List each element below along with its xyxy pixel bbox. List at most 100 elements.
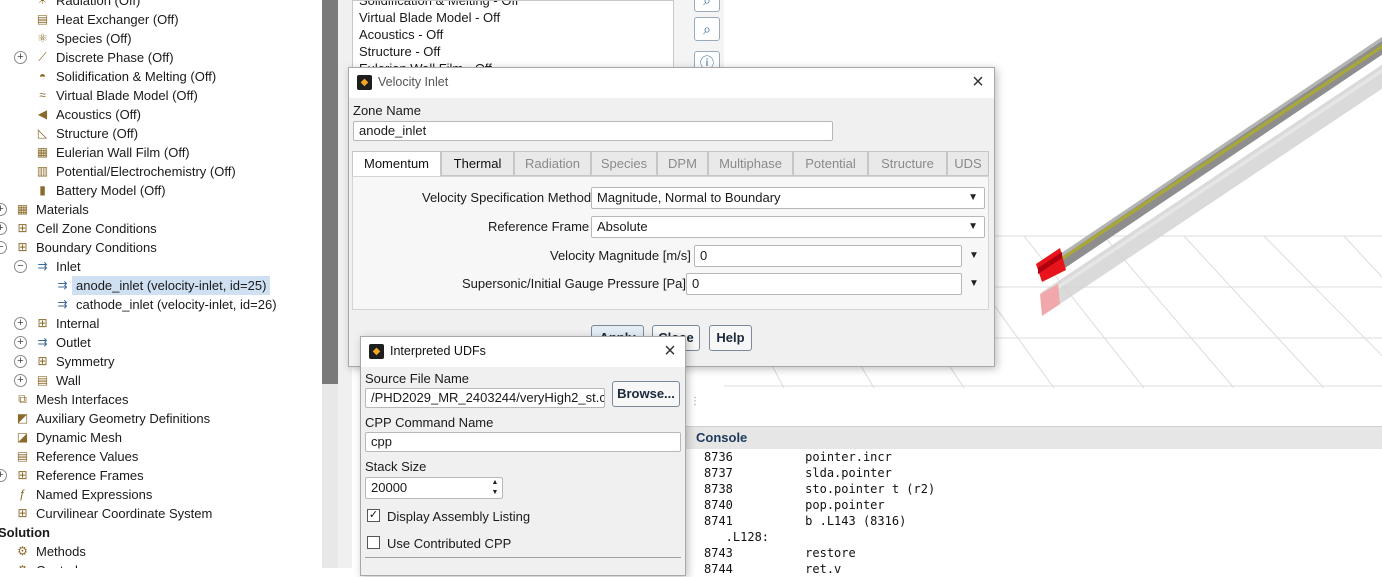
tree-item[interactable]: ▤ Reference Values [0, 447, 322, 466]
tab-uds[interactable]: UDS [947, 151, 989, 176]
tree-item[interactable]: ⇉ anode_inlet (velocity-inlet, id=25) [0, 276, 322, 295]
tree-item[interactable]: + ⊞ Internal [0, 314, 322, 333]
collapse-icon[interactable]: − [14, 260, 27, 273]
help-button[interactable]: Help [709, 325, 752, 351]
battery-icon: ▮ [39, 183, 46, 197]
models-list[interactable]: Solidification & Melting - Off Virtual B… [352, 0, 674, 68]
list-item[interactable]: Acoustics - Off [359, 26, 443, 43]
divider [365, 557, 681, 558]
close-icon[interactable]: × [967, 71, 989, 93]
close-icon[interactable]: × [659, 340, 681, 362]
stack-size-field[interactable]: 20000 [365, 477, 503, 499]
tab-momentum[interactable]: Momentum [352, 151, 441, 177]
tree-item[interactable]: ☀ Radiation (Off) [0, 0, 322, 10]
expand-icon[interactable]: + [14, 51, 27, 64]
controls-icon: ⚙ [15, 563, 30, 568]
zoom-to-fit-icon[interactable]: ⌕ [694, 17, 720, 41]
tree-item[interactable]: ⧉ Mesh Interfaces [0, 390, 322, 409]
species-icon: ⚛ [37, 31, 48, 45]
tree-scrollbar[interactable] [322, 0, 338, 568]
expand-icon[interactable]: + [0, 222, 7, 235]
list-item[interactable]: Structure - Off [359, 43, 440, 60]
velocity-magnitude-field[interactable]: 0 [694, 245, 962, 267]
contributed-cpp-checkbox[interactable] [367, 536, 380, 549]
gauge-pressure-label: Supersonic/Initial Gauge Pressure [Pa] [462, 276, 687, 291]
named-expressions-icon: ƒ [19, 487, 26, 501]
console-line: 8740 pop.pointer [704, 498, 885, 512]
dialog-titlebar[interactable]: ◆ Velocity Inlet × [349, 68, 994, 98]
tree-item-label: Battery Model (Off) [56, 183, 166, 198]
tree-item[interactable]: ◓ Solidification & Melting (Off) [0, 67, 322, 86]
stepper-icon[interactable]: ▲ ▼ [489, 478, 501, 498]
cathode-channel[interactable] [1040, 50, 1382, 316]
tree-item[interactable]: + ⊞ Cell Zone Conditions [0, 219, 322, 238]
list-item[interactable]: Virtual Blade Model - Off [359, 9, 500, 26]
tree-item[interactable]: ◀ Acoustics (Off) [0, 105, 322, 124]
drag-handle-icon[interactable]: ⋮ [690, 396, 700, 407]
chevron-down-icon[interactable]: ▼ [967, 277, 981, 291]
tree-item[interactable]: ▤ Heat Exchanger (Off) [0, 10, 322, 29]
tree-item-label: Virtual Blade Model (Off) [56, 88, 198, 103]
tab-radiation[interactable]: Radiation [514, 151, 591, 176]
tree-item-label: Auxiliary Geometry Definitions [36, 411, 211, 426]
tree-item[interactable]: ◩ Auxiliary Geometry Definitions [0, 409, 322, 428]
expand-icon[interactable]: + [14, 336, 27, 349]
tree-item[interactable]: ƒ Named Expressions [0, 485, 322, 504]
tree-item[interactable]: + ▦ Materials [0, 200, 322, 219]
expand-icon[interactable]: + [0, 203, 7, 216]
tree-item[interactable]: ⚛ Species (Off) [0, 29, 322, 48]
tree-item[interactable]: ⚙ Controls [0, 561, 322, 568]
browse-button[interactable]: Browse... [612, 381, 680, 407]
tree-item[interactable]: + ⇉ Outlet [0, 333, 322, 352]
display-assembly-label: Display Assembly Listing [387, 509, 531, 524]
collapse-icon[interactable]: − [0, 241, 7, 254]
expand-icon[interactable]: + [14, 374, 27, 387]
chevron-down-icon[interactable]: ▼ [967, 249, 981, 263]
tree-item[interactable]: Solution [0, 523, 322, 542]
tree-item[interactable]: ⊞ Curvilinear Coordinate System [0, 504, 322, 523]
zone-name-field[interactable]: anode_inlet [353, 121, 833, 141]
tree-scrollbar-thumb[interactable] [322, 0, 338, 384]
tab-dpm[interactable]: DPM [657, 151, 708, 176]
tree-item[interactable]: ⚙ Methods [0, 542, 322, 561]
display-assembly-checkbox[interactable]: ✓ [367, 509, 380, 522]
reference-frame-select[interactable]: Absolute ▼ [591, 216, 985, 238]
tree-item[interactable]: + ▤ Wall [0, 371, 322, 390]
dialog-title: Interpreted UDFs [390, 344, 486, 358]
cpp-command-field[interactable]: cpp [365, 432, 681, 452]
dialog-titlebar[interactable]: ◆ Interpreted UDFs × [361, 337, 685, 367]
tree-item[interactable]: − ⊞ Boundary Conditions [0, 238, 322, 257]
tree-item[interactable]: + ⊞ Reference Frames [0, 466, 322, 485]
anode-channel[interactable] [1036, 22, 1382, 282]
tree-item[interactable]: ⇉ cathode_inlet (velocity-inlet, id=26) [0, 295, 322, 314]
solidification-icon: ◓ [38, 69, 47, 83]
expand-icon[interactable]: + [14, 317, 27, 330]
tree-item[interactable]: + ⟋ Discrete Phase (Off) [0, 48, 322, 67]
list-item[interactable]: Solidification & Melting - Off [359, 1, 518, 9]
gauge-pressure-field[interactable]: 0 [686, 273, 962, 295]
tree-item[interactable]: ◺ Structure (Off) [0, 124, 322, 143]
tab-thermal[interactable]: Thermal [441, 151, 514, 176]
zoom-icon[interactable]: ⌕ [694, 0, 720, 12]
tab-species[interactable]: Species [591, 151, 657, 176]
tree-item[interactable]: ≈ Virtual Blade Model (Off) [0, 86, 322, 105]
tree-item-label: Radiation (Off) [56, 0, 141, 8]
tree-item[interactable]: ▮ Battery Model (Off) [0, 181, 322, 200]
velocity-spec-select[interactable]: Magnitude, Normal to Boundary ▼ [591, 187, 985, 209]
tree-item[interactable]: ▦ Eulerian Wall Film (Off) [0, 143, 322, 162]
reference-frames-icon: ⊞ [17, 468, 28, 482]
tab-multiphase[interactable]: Multiphase [708, 151, 793, 176]
tree-item[interactable]: ◪ Dynamic Mesh [0, 428, 322, 447]
console-panel[interactable]: Console 8736 pointer.incr 8737 slda.poin… [686, 426, 1382, 576]
source-file-field[interactable]: /PHD2029_MR_2403244/veryHigh2_st.cc [365, 388, 605, 408]
tree-item[interactable]: ▥ Potential/Electrochemistry (Off) [0, 162, 322, 181]
tab-structure[interactable]: Structure [868, 151, 947, 176]
materials-icon: ▦ [16, 202, 29, 216]
tree-item[interactable]: + ⊞ Symmetry [0, 352, 322, 371]
tree-item-label: Eulerian Wall Film (Off) [56, 145, 190, 160]
expand-icon[interactable]: + [0, 469, 7, 482]
tab-potential[interactable]: Potential [793, 151, 868, 176]
expand-icon[interactable]: + [14, 355, 27, 368]
tree-item[interactable]: − ⇉ Inlet [0, 257, 322, 276]
methods-icon: ⚙ [17, 544, 28, 558]
